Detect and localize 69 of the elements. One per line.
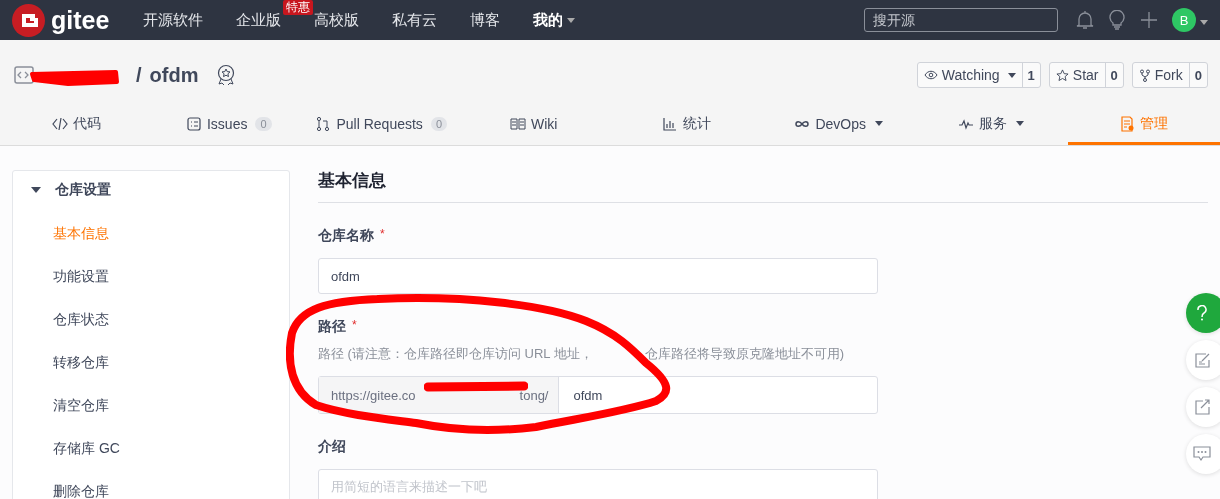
feedback-button[interactable] xyxy=(1186,340,1220,380)
nav-link[interactable]: 博客 xyxy=(466,10,505,30)
lightbulb-icon[interactable] xyxy=(1108,10,1126,30)
checklist-icon xyxy=(185,115,202,132)
sidebar-item[interactable]: 功能设置 xyxy=(13,267,289,285)
count-label[interactable]: 1 xyxy=(1021,63,1040,87)
field-label: 介绍 xyxy=(318,438,346,456)
share-button[interactable] xyxy=(1186,387,1220,427)
hint-text: 路径 (请注意：仓库路径即仓库访问 URL 地址， xyxy=(318,345,593,363)
document-icon xyxy=(1119,115,1136,132)
chat-icon xyxy=(1193,446,1211,462)
action-button[interactable]: Star xyxy=(1049,63,1105,87)
sidebar-item[interactable]: 删除仓库 xyxy=(13,482,289,499)
eye-icon xyxy=(923,70,938,80)
award-icon xyxy=(216,64,237,86)
sidebar-item[interactable]: 转移仓库 xyxy=(13,353,289,371)
input-field[interactable]: ofdm xyxy=(559,377,877,413)
count-badge: 0 xyxy=(430,116,447,131)
bell-icon[interactable] xyxy=(1076,10,1094,30)
tab[interactable]: DevOps xyxy=(762,110,915,145)
caret-icon xyxy=(1200,20,1208,25)
tab[interactable]: 代码 xyxy=(0,110,153,145)
sidebar-item[interactable]: 仓库状态 xyxy=(13,310,289,328)
sidebar-group[interactable]: 仓库设置 xyxy=(13,181,129,199)
repo-name[interactable]: ofdm xyxy=(149,63,199,87)
input-field[interactable]: ofdm xyxy=(318,258,878,294)
nav-link[interactable]: 企业版 xyxy=(232,10,286,30)
tab[interactable]: Wiki xyxy=(457,110,610,145)
code-icon xyxy=(51,115,68,132)
path-field[interactable]: https://gitee.co tong/ ofdm xyxy=(318,376,878,414)
nav-link[interactable]: 私有云 xyxy=(388,10,442,30)
tab[interactable]: Issues 0 xyxy=(152,110,305,145)
required-mark: * xyxy=(352,318,357,334)
nav-link[interactable]: 我的 xyxy=(529,10,580,30)
tab[interactable]: 统计 xyxy=(610,110,763,145)
required-mark: * xyxy=(380,227,385,243)
sidebar-item[interactable]: 清空仓库 xyxy=(13,396,289,414)
edit-icon xyxy=(1194,352,1210,368)
nav-link[interactable]: 开源软件 xyxy=(139,10,208,30)
caret-icon xyxy=(31,187,41,193)
sidebar-item[interactable]: 存储库 GC xyxy=(13,439,289,457)
promo-badge: 特惠 xyxy=(283,0,314,15)
count-badge: 0 xyxy=(255,116,272,131)
url-text: https://gitee.co xyxy=(331,387,416,403)
hint-text: 仓库路径将导致原克隆地址不可用) xyxy=(644,345,845,363)
path-separator: / xyxy=(136,63,142,87)
tab[interactable]: Pull Requests 0 xyxy=(305,110,458,145)
search-field[interactable]: 搜开源 xyxy=(864,8,1058,32)
bar-chart-icon xyxy=(661,115,678,132)
url-text: tong/ xyxy=(519,387,549,403)
share-icon xyxy=(1194,399,1210,415)
field-label: 仓库名称 xyxy=(318,227,374,245)
plus-icon[interactable] xyxy=(1140,11,1158,29)
field-label: 路径 xyxy=(318,318,346,336)
help-icon xyxy=(1196,305,1208,321)
tab[interactable]: 服务 xyxy=(915,110,1068,145)
pull-request-icon xyxy=(315,115,332,132)
star-icon xyxy=(1055,68,1069,82)
logo-icon xyxy=(12,3,45,37)
action-button[interactable]: Watching xyxy=(917,63,1022,87)
help-button[interactable] xyxy=(1186,293,1220,333)
logo-text[interactable]: gitee xyxy=(51,5,110,35)
count-label[interactable]: 0 xyxy=(1104,63,1123,87)
section-heading: 基本信息 xyxy=(318,170,1208,203)
chat-button[interactable] xyxy=(1186,434,1220,474)
count-label[interactable]: 0 xyxy=(1188,63,1207,87)
book-icon xyxy=(510,115,527,132)
fork-icon xyxy=(1138,68,1151,82)
action-button[interactable]: Fork xyxy=(1132,63,1189,87)
